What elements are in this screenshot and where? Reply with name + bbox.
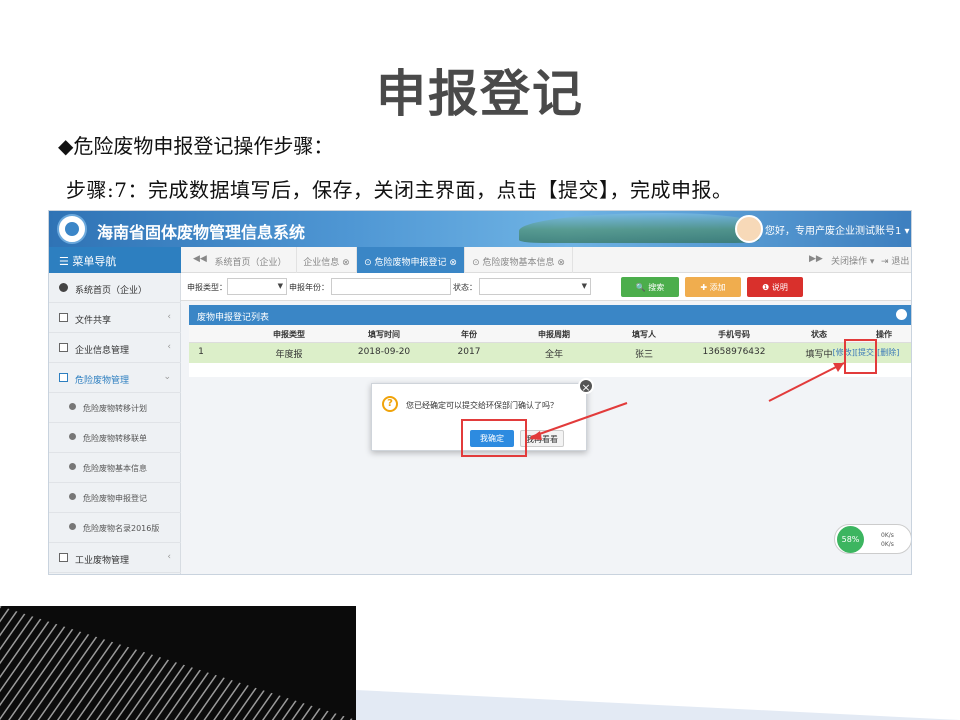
arrow-to-confirm — [530, 402, 628, 438]
decorative-light-stripe — [356, 690, 960, 720]
slide: 申报登记 ◆危险废物申报登记操作步骤： 步骤:7：完成数据填写后，保存，关闭主界… — [0, 0, 960, 720]
upload-speed: 0K/s — [881, 532, 894, 539]
slide-title: 申报登记 — [376, 65, 584, 123]
arrows-overlay — [529, 362, 845, 440]
step-instruction: 步骤:7：完成数据填写后，保存，关闭主界面，点击【提交】，完成申报。 — [66, 178, 733, 202]
cpu-gauge: 58% — [837, 526, 864, 553]
step-heading: ◆危险废物申报登记操作步骤： — [58, 134, 334, 158]
decorative-hatch — [0, 606, 356, 720]
arrow-to-submit — [768, 362, 845, 402]
network-speed-widget[interactable]: 58% 0K/s 0K/s — [834, 524, 911, 554]
app-screenshot: 海南省固体废物管理信息系统 您好，专用产废企业测试账号1 ▾ ☰ 菜单导航 ◀◀… — [48, 210, 912, 575]
arrowhead — [529, 431, 542, 440]
download-speed: 0K/s — [881, 541, 894, 548]
